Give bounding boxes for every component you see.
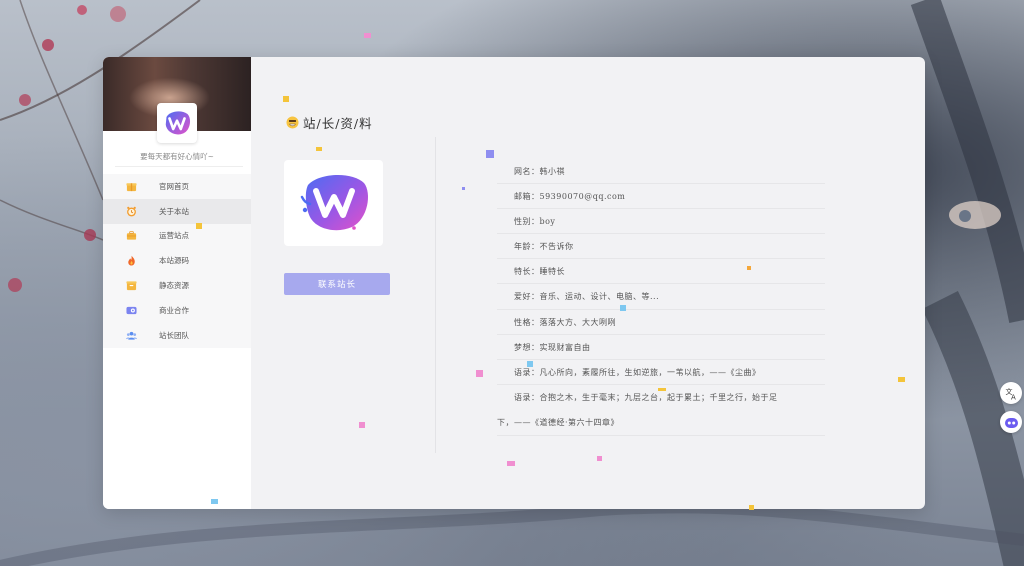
fire-icon — [103, 255, 159, 266]
sidebar-item-static[interactable]: 静态资源 — [103, 273, 251, 298]
sidebar-item-label: 运营站点 — [159, 231, 189, 241]
sidebar-item-home[interactable]: 官网首页 — [103, 174, 251, 199]
grin-face-icon — [286, 116, 299, 129]
briefcase-icon — [103, 230, 159, 241]
info-dream: 梦想：实现财富自由 — [497, 335, 825, 360]
page-title-text: 站/长/资/料 — [303, 116, 373, 131]
info-gender: 性别：boy — [497, 209, 825, 235]
contact-owner-button[interactable]: 联系站长 — [284, 273, 390, 295]
site-logo-avatar[interactable] — [157, 103, 197, 143]
box-icon — [103, 280, 159, 291]
confetti — [749, 505, 754, 510]
w-logo-icon — [300, 174, 368, 231]
confetti — [364, 33, 371, 38]
confetti — [316, 147, 322, 151]
confetti — [462, 187, 465, 190]
confetti — [476, 370, 483, 377]
chat-icon — [103, 305, 159, 316]
content-divider — [435, 137, 436, 453]
confetti — [898, 377, 905, 382]
profile-card: 要每天都有好心情吖~ 官网首页 关于本站 运营站点 本站源码 静态资源 商业合作… — [103, 57, 925, 509]
confetti — [359, 422, 365, 428]
confetti — [196, 223, 202, 229]
info-hobbies: 爱好：音乐、运动、设计、电脑、等... — [497, 284, 825, 310]
confetti — [620, 305, 626, 311]
info-quote-1: 语录：凡心所向，素履所往，生如逆旅，一苇以航，——《尘曲》 — [497, 360, 825, 385]
confetti — [747, 266, 751, 270]
sidebar-item-label: 商业合作 — [159, 305, 189, 315]
sidebar-motto: 要每天都有好心情吖~ — [140, 152, 214, 161]
info-specialty: 特长：睡特长 — [497, 259, 825, 285]
profile-info-list: 网名：韩小祺 邮箱：59390070@qq.com 性别：boy 年龄：不告诉你… — [497, 159, 825, 437]
confetti — [486, 150, 494, 158]
svg-text:A: A — [1011, 393, 1016, 400]
info-age: 年龄：不告诉你 — [497, 234, 825, 260]
sidebar-item-label: 静态资源 — [159, 281, 189, 291]
team-icon — [103, 330, 159, 341]
main-content: 站/长/资/料 联系站长 网名：韩小祺 邮箱：59390070@qq.com 性… — [251, 57, 925, 509]
sidebar-nav: 官网首页 关于本站 运营站点 本站源码 静态资源 商业合作 站长团队 — [103, 174, 251, 348]
page-title: 站/长/资/料 — [286, 113, 373, 132]
confetti — [283, 96, 289, 102]
translate-icon: 文 A — [1005, 387, 1016, 400]
sidebar-item-sites[interactable]: 运营站点 — [103, 224, 251, 249]
sidebar-item-about[interactable]: 关于本站 — [103, 198, 251, 224]
sidebar: 要每天都有好心情吖~ 官网首页 关于本站 运营站点 本站源码 静态资源 商业合作… — [103, 57, 251, 509]
confetti — [211, 499, 218, 504]
clock-icon — [103, 206, 159, 217]
sidebar-item-label: 站长团队 — [159, 330, 189, 340]
sidebar-item-business[interactable]: 商业合作 — [103, 298, 251, 323]
sidebar-item-label: 关于本站 — [159, 206, 189, 216]
chat-bot-button[interactable] — [1000, 411, 1022, 433]
gift-icon — [103, 181, 159, 192]
sidebar-item-label: 本站源码 — [159, 256, 189, 266]
confetti — [597, 456, 602, 461]
confetti — [527, 361, 533, 367]
translate-button[interactable]: 文 A — [1000, 382, 1022, 404]
site-logo-box — [284, 160, 383, 246]
sidebar-divider — [115, 166, 243, 167]
quote-line: 下，——《道德经·第六十四章》 — [497, 417, 620, 427]
confetti — [658, 388, 666, 391]
info-personality: 性格：落落大方、大大咧咧 — [497, 310, 825, 335]
robot-icon — [1004, 417, 1018, 428]
sidebar-item-team[interactable]: 站长团队 — [103, 323, 251, 348]
info-quote-2: 语录：合抱之木，生于毫末；九层之台，起于累土；千里之行，始于足 下，——《道德经… — [497, 385, 825, 437]
sidebar-item-label: 官网首页 — [159, 181, 189, 191]
info-nickname: 网名：韩小祺 — [497, 159, 825, 185]
sidebar-item-source[interactable]: 本站源码 — [103, 248, 251, 273]
confetti — [507, 461, 515, 466]
w-logo-icon — [165, 111, 191, 135]
info-email: 邮箱：59390070@qq.com — [497, 184, 825, 210]
